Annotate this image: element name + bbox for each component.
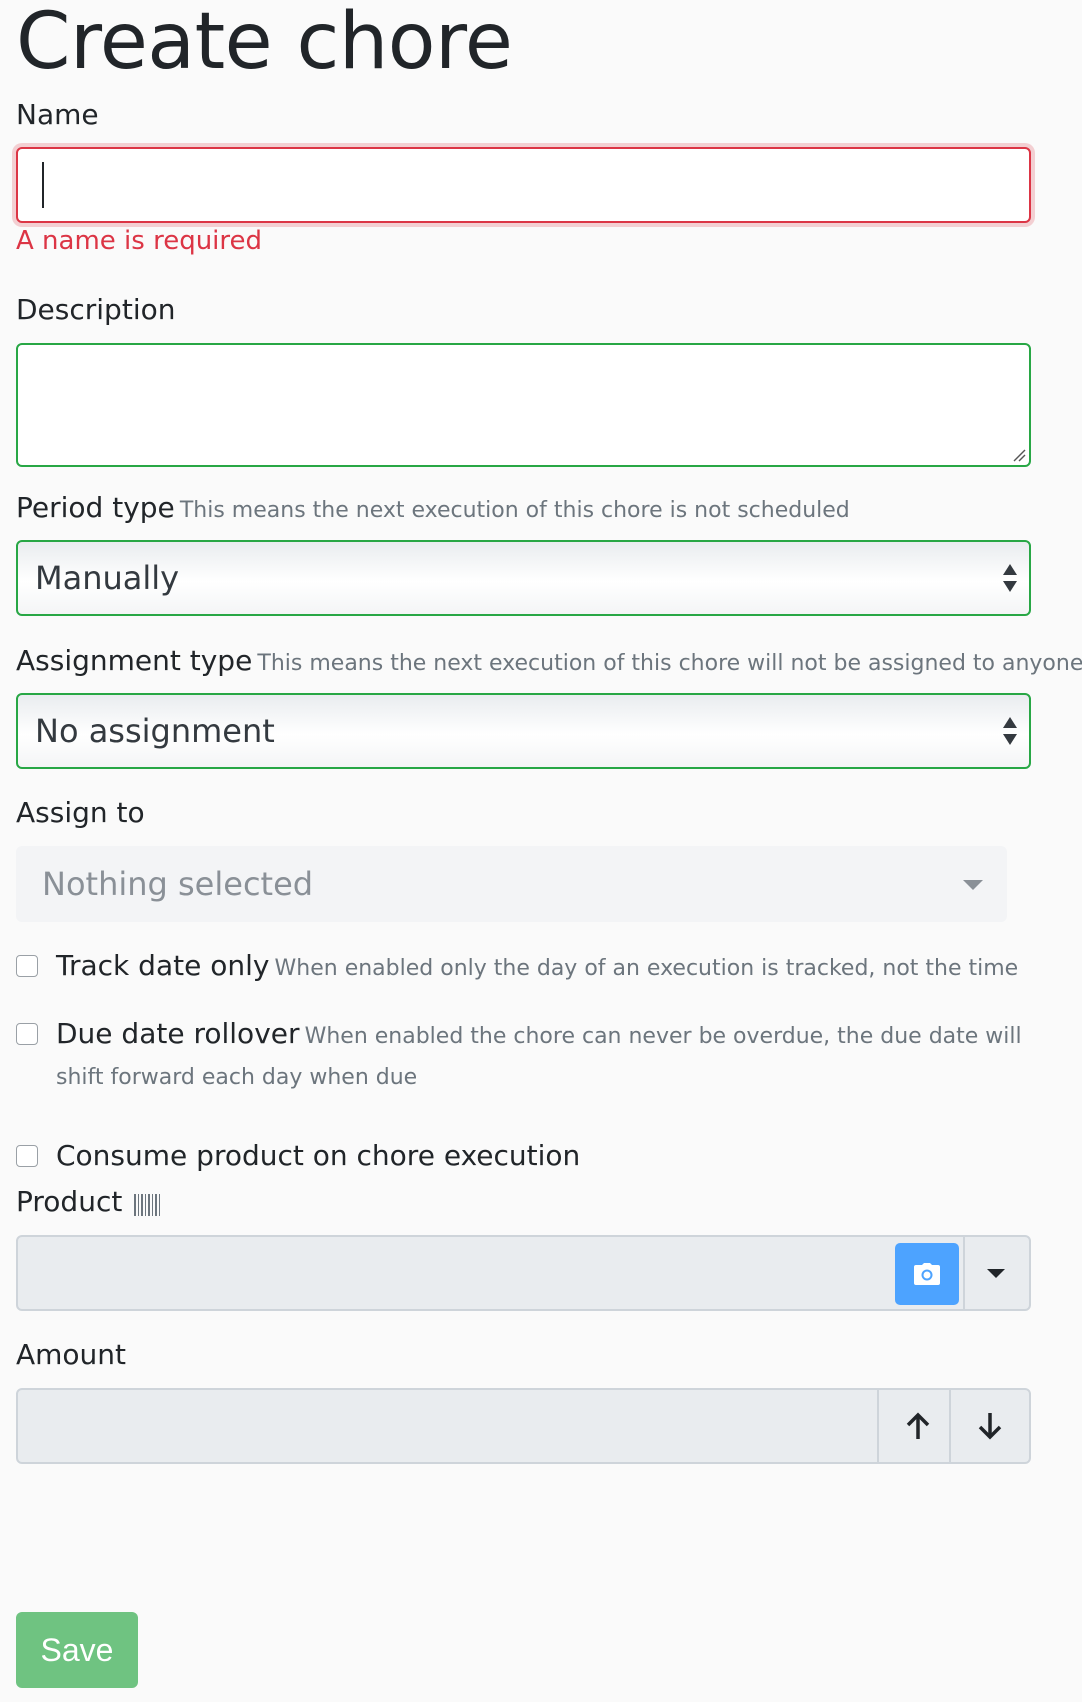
amount-input[interactable]: [16, 1388, 1031, 1464]
assignment-type-hint: This means the next execution of this ch…: [257, 651, 1082, 676]
consume-product-text: Consume product on chore execution: [56, 1136, 1031, 1180]
track-date-only-text: Track date only When enabled only the da…: [56, 946, 1031, 990]
amount-label: Amount: [16, 1338, 127, 1371]
assign-to-label: Assign to: [16, 796, 145, 829]
assignment-type-label-row: Assignment type This means the next exec…: [16, 643, 1082, 679]
select-arrows-icon: [1003, 717, 1017, 745]
amount-increase-button[interactable]: [877, 1390, 957, 1462]
track-date-only-checkbox[interactable]: [16, 955, 38, 977]
product-label: Product: [16, 1185, 123, 1218]
assign-to-picker[interactable]: Nothing selected: [16, 846, 1007, 922]
due-date-rollover-text: Due date rollover When enabled the chore…: [56, 1014, 1031, 1099]
chevron-down-icon[interactable]: [987, 1269, 1005, 1278]
track-date-only-hint: When enabled only the day of an executio…: [274, 956, 1019, 981]
chevron-down-icon: [963, 880, 983, 890]
product-input[interactable]: [16, 1235, 1031, 1311]
period-type-select[interactable]: Manually: [16, 540, 1031, 616]
period-type-hint: This means the next execution of this ch…: [179, 498, 850, 523]
name-label: Name: [16, 98, 99, 131]
divider: [963, 1237, 965, 1309]
track-date-only-label[interactable]: Track date only: [56, 949, 269, 982]
save-button[interactable]: Save: [16, 1612, 138, 1688]
period-type-selected-value: Manually: [35, 559, 180, 597]
period-type-label: Period type: [16, 491, 175, 524]
text-cursor: [42, 162, 44, 208]
name-input[interactable]: [16, 147, 1031, 223]
amount-decrease-button[interactable]: [949, 1390, 1029, 1462]
camera-icon: [914, 1263, 940, 1285]
camera-button[interactable]: [895, 1243, 959, 1305]
assign-to-selected-value: Nothing selected: [42, 865, 314, 903]
arrow-down-icon: [978, 1413, 1002, 1440]
consume-product-checkbox[interactable]: [16, 1145, 38, 1167]
assignment-type-label: Assignment type: [16, 644, 253, 677]
arrow-up-icon: [906, 1412, 930, 1439]
resize-handle-icon[interactable]: [1012, 448, 1026, 462]
assignment-type-select[interactable]: No assignment: [16, 693, 1031, 769]
description-textarea[interactable]: [16, 343, 1031, 467]
product-label-row: Product: [16, 1184, 161, 1220]
description-label: Description: [16, 293, 176, 326]
name-error-message: A name is required: [16, 226, 263, 256]
due-date-rollover-label[interactable]: Due date rollover: [56, 1017, 300, 1050]
consume-product-label[interactable]: Consume product on chore execution: [56, 1139, 580, 1172]
due-date-rollover-checkbox[interactable]: [16, 1023, 38, 1045]
create-chore-form: Create chore Name A name is required Des…: [16, 0, 1082, 1688]
barcode-icon[interactable]: [133, 1193, 161, 1217]
assignment-type-selected-value: No assignment: [35, 712, 275, 750]
select-arrows-icon: [1003, 564, 1017, 592]
page-title: Create chore: [16, 0, 513, 87]
period-type-label-row: Period type This means the next executio…: [16, 490, 850, 526]
